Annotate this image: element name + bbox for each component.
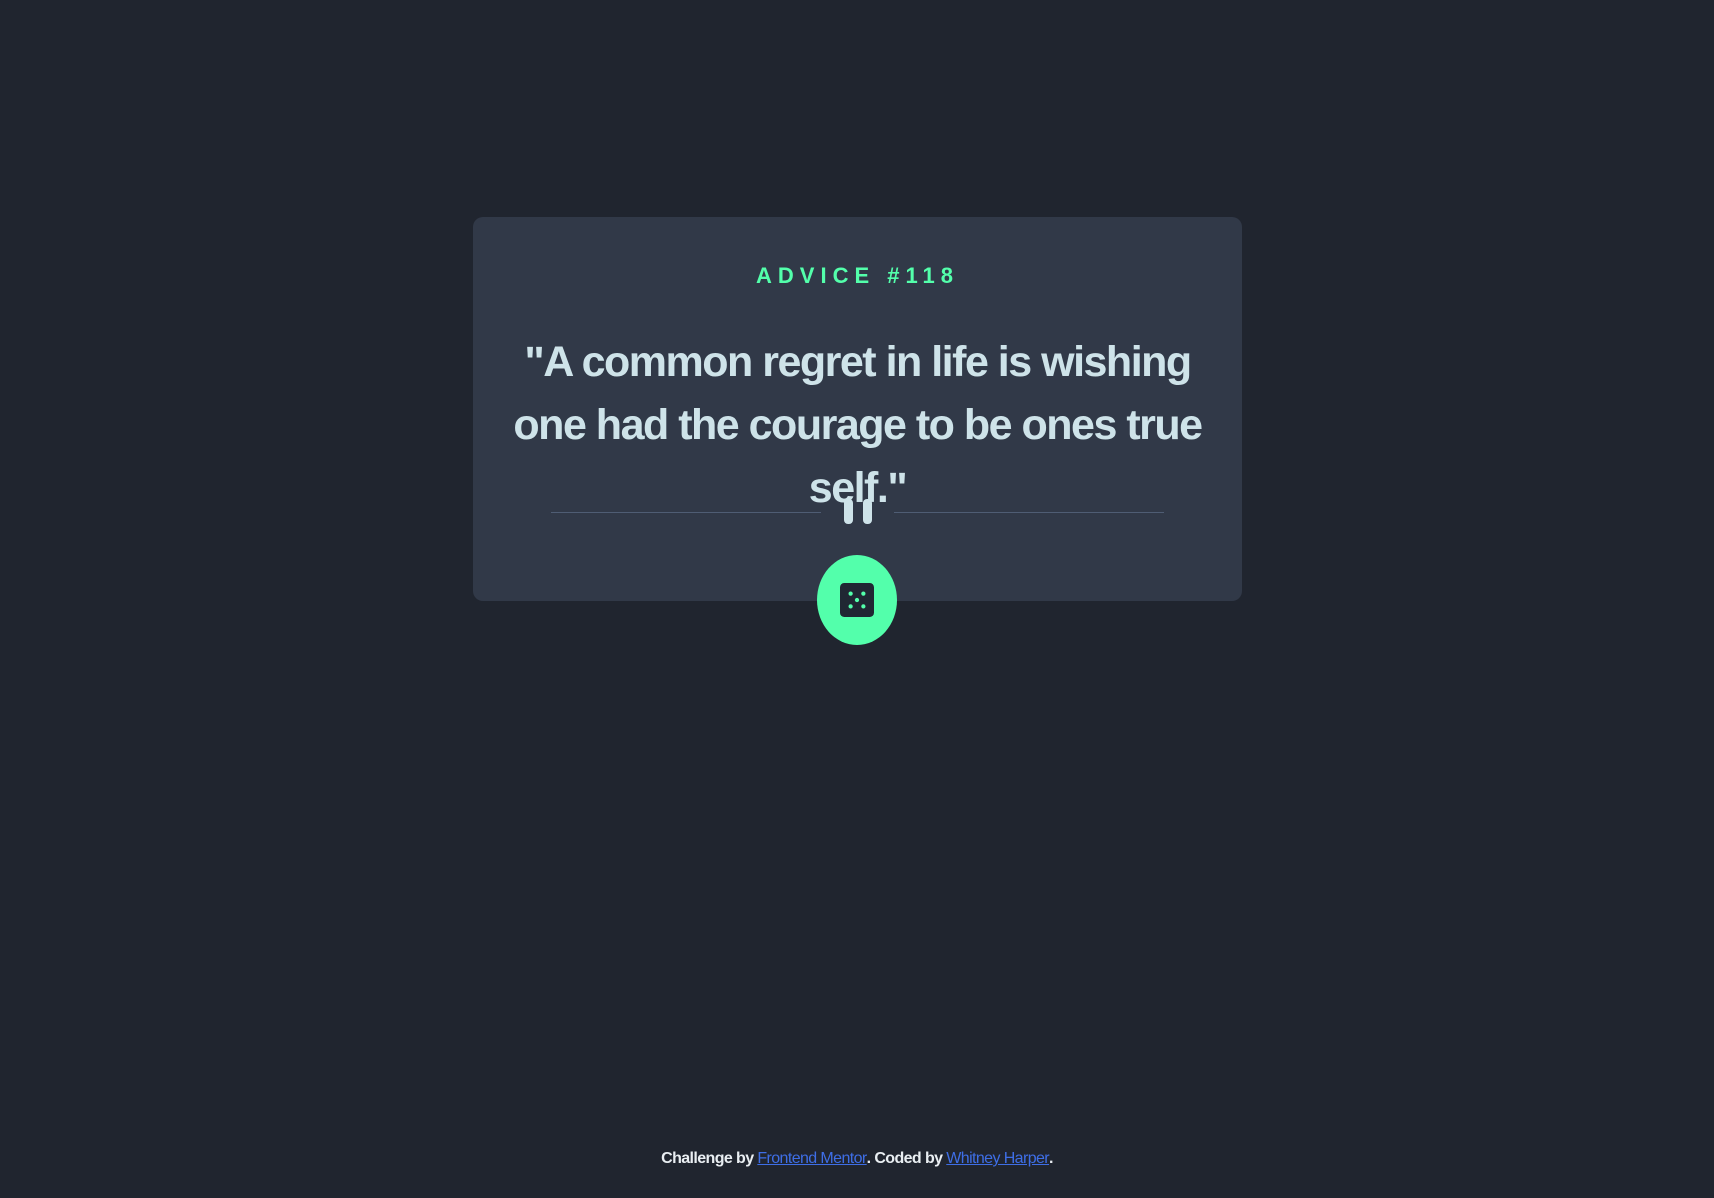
footer-middle: . Coded by (866, 1150, 947, 1167)
advice-quote: "A common regret in life is wishing one … (513, 338, 1203, 512)
advice-page: ADVICE #118 "A common regret in life is … (0, 0, 1714, 1198)
dice-icon (840, 583, 874, 617)
pattern-divider (551, 499, 1164, 525)
divider-line-right (894, 512, 1164, 513)
frontend-mentor-link[interactable]: Frontend Mentor (757, 1150, 867, 1167)
footer-suffix: . (1049, 1150, 1053, 1167)
advice-card: ADVICE #118 "A common regret in life is … (473, 217, 1242, 601)
footer-prefix: Challenge by (661, 1150, 758, 1167)
new-advice-button[interactable] (817, 555, 897, 645)
advice-number: ADVICE #118 (756, 263, 959, 288)
pause-icon (844, 499, 872, 525)
divider-line-left (551, 512, 821, 513)
attribution-footer: Challenge by Frontend Mentor. Coded by W… (0, 1150, 1714, 1168)
author-link[interactable]: Whitney Harper (946, 1150, 1049, 1167)
